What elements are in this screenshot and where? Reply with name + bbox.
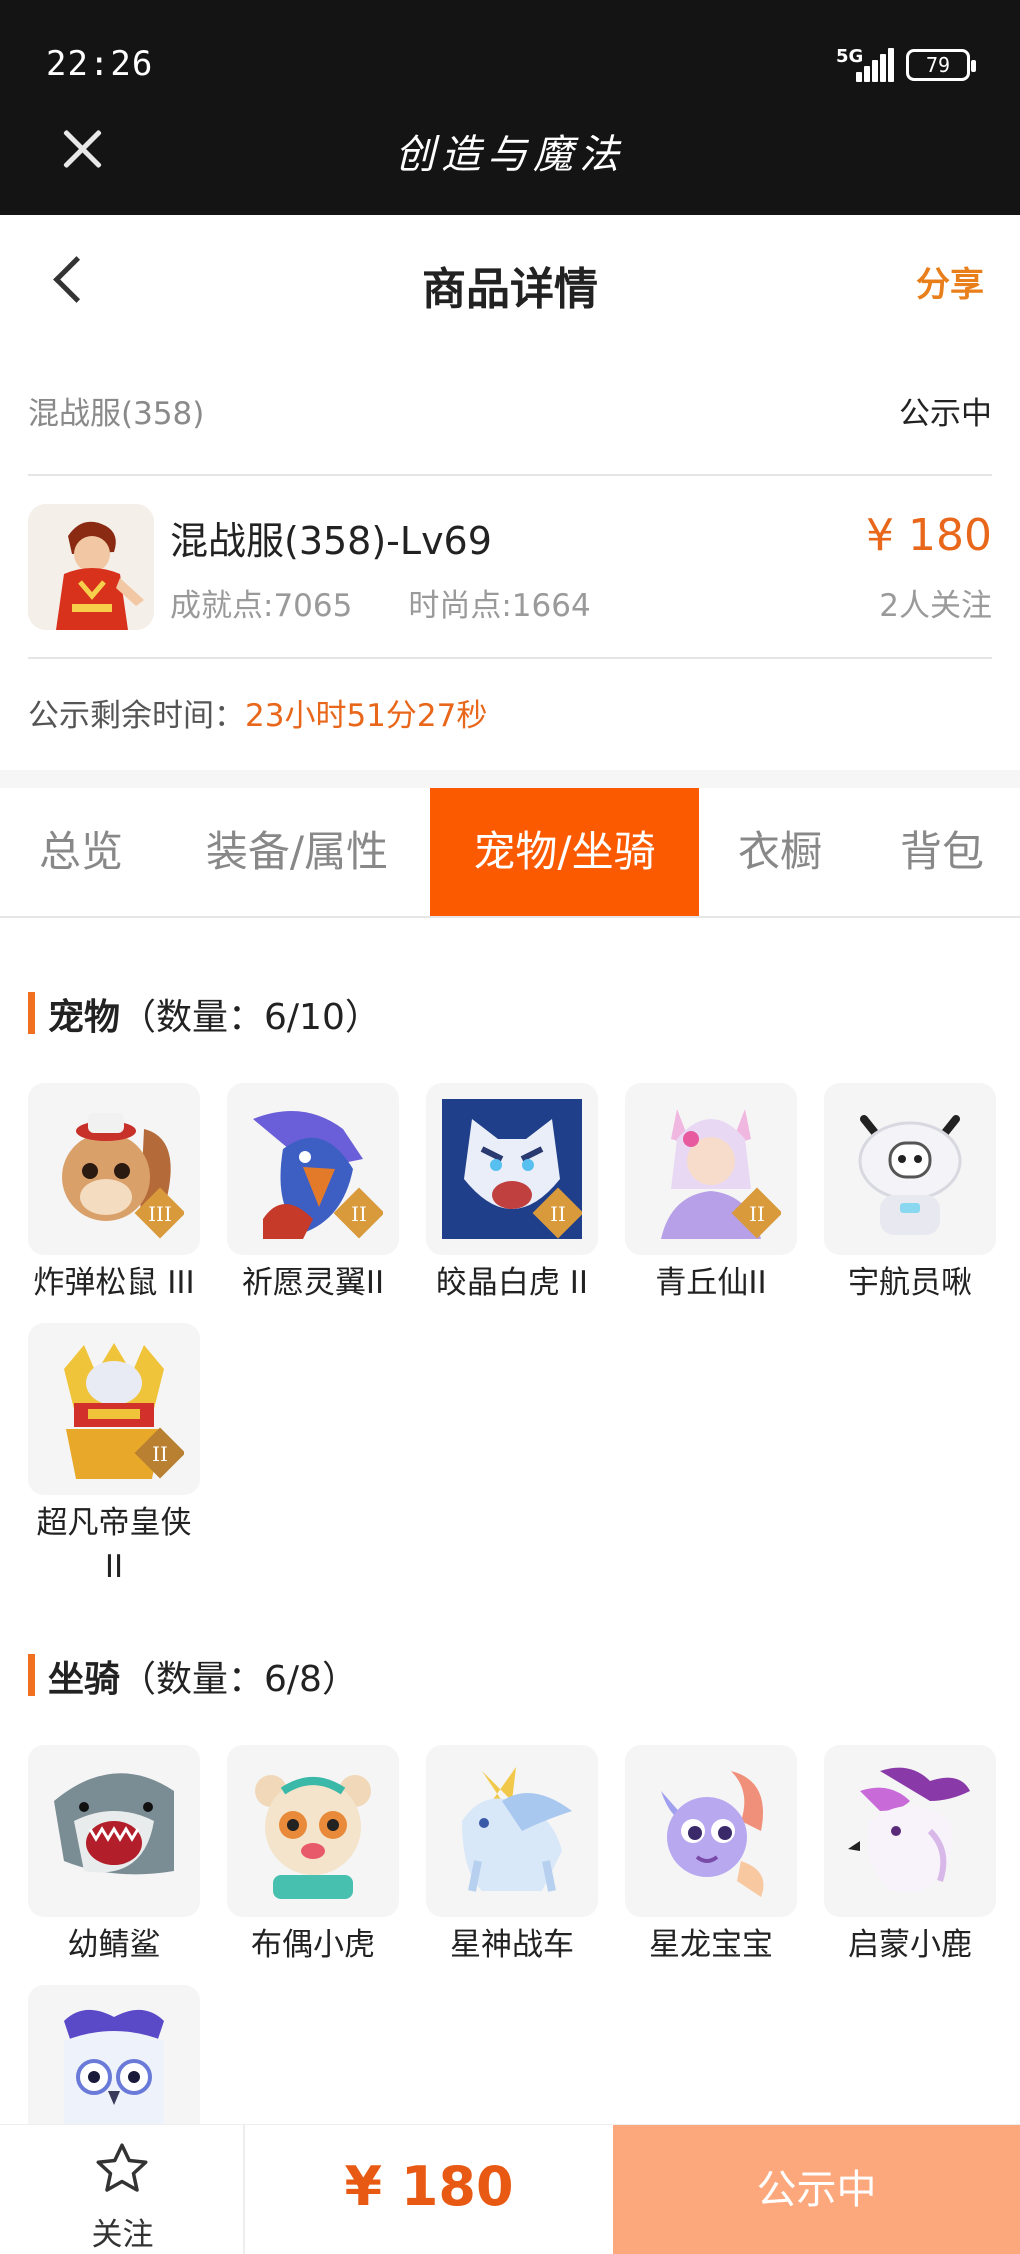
mount-label: 幼鲭鲨: [67, 1927, 161, 1963]
pet-item[interactable]: II 超凡帝皇侠II: [28, 1323, 200, 1589]
countdown-label: 公示剩余时间：: [28, 698, 245, 734]
squirrel-icon: III: [28, 1083, 200, 1255]
astronaut-icon: [824, 1083, 996, 1255]
countdown: 公示剩余时间：23小时51分27秒: [28, 690, 487, 735]
pet-item[interactable]: II 皎晶白虎 II: [426, 1083, 598, 1305]
mount-item[interactable]: 星龙宝宝: [625, 1745, 797, 1967]
section-gap: [0, 770, 1020, 788]
fox-fairy-icon: II: [625, 1083, 797, 1255]
status-time: 22:26: [46, 44, 154, 84]
listing-status: 公示中: [899, 396, 992, 432]
app-title: 创造与魔法: [395, 132, 625, 178]
battery-level: 79: [925, 53, 951, 77]
character-name: 混战服(358)-Lv69: [170, 519, 492, 563]
pet-label: 皎晶白虎 II: [435, 1265, 589, 1301]
shark-icon: [28, 1745, 200, 1917]
mount-item[interactable]: 幼鲭鲨: [28, 1745, 200, 1967]
tab-backpack[interactable]: 背包: [868, 788, 1016, 916]
character-summary[interactable]: 混战服(358)-Lv69 成就点:7065 时尚点:1664 ¥ 180 2人关…: [28, 500, 992, 635]
pet-label: 祈愿灵翼II: [241, 1265, 385, 1301]
achievement-points: 成就点:7065: [170, 588, 353, 624]
pet-item[interactable]: II 青丘仙II: [625, 1083, 797, 1305]
follow-button[interactable]: 关注: [0, 2125, 245, 2254]
pet-label: 青丘仙II: [655, 1265, 767, 1301]
svg-text:II: II: [152, 1442, 168, 1466]
cub-icon: [227, 1745, 399, 1917]
mount-item[interactable]: 启蒙小鹿: [824, 1745, 996, 1967]
pet-label: 宇航员啾: [848, 1265, 972, 1301]
svg-text:II: II: [749, 1202, 765, 1226]
pet-label: 超凡帝皇侠II: [36, 1505, 192, 1585]
dragon-icon: [625, 1745, 797, 1917]
mount-label: 布偶小虎: [251, 1927, 375, 1963]
follow-label: 关注: [91, 2217, 154, 2253]
page-title: 商品详情: [422, 264, 598, 315]
mounts-section-title: 坐骑（数量：6/8）: [28, 1650, 358, 1702]
mount-label: 星龙宝宝: [649, 1927, 773, 1963]
deer-icon: [824, 1745, 996, 1917]
horse-icon: [426, 1745, 598, 1917]
page-header: 商品详情 分享: [0, 215, 1020, 345]
character-avatar: [28, 504, 154, 630]
fashion-points: 时尚点:1664: [408, 588, 591, 624]
status-cta-button[interactable]: 公示中: [613, 2125, 1020, 2254]
pet-item[interactable]: II 祈愿灵翼II: [227, 1083, 399, 1305]
divider: [28, 474, 992, 476]
svg-text:II: II: [550, 1202, 566, 1226]
pets-section-title: 宠物（数量：6/10）: [28, 988, 381, 1040]
tab-wardrobe[interactable]: 衣橱: [706, 788, 854, 916]
listing-price: ¥ 180: [866, 510, 992, 561]
mount-label: 星神战车: [450, 1927, 574, 1963]
bottom-action-bar: 关注 ¥ 180 公示中: [0, 2124, 1020, 2254]
star-icon: [96, 2143, 148, 2192]
svg-text:III: III: [148, 1202, 172, 1226]
tiger-icon: II: [426, 1083, 598, 1255]
battery-icon: 79: [906, 49, 976, 81]
divider: [28, 657, 992, 659]
tab-bar: 总览 装备/属性 宠物/坐骑 衣橱 背包: [0, 788, 1020, 918]
armored-hero-icon: II: [28, 1323, 200, 1495]
tab-pets-mounts[interactable]: 宠物/坐骑: [430, 788, 699, 916]
pets-count: （数量：6/10）: [120, 997, 381, 1038]
countdown-value: 23小时51分27秒: [245, 698, 488, 734]
mounts-title: 坐骑: [48, 1659, 121, 1700]
status-bar: 22:26 5G 79: [0, 0, 1020, 110]
tab-equipment[interactable]: 装备/属性: [172, 788, 422, 916]
eagle-icon: II: [227, 1083, 399, 1255]
share-button[interactable]: 分享: [916, 257, 984, 306]
pets-title: 宠物: [48, 997, 121, 1038]
pet-label: 炸弹松鼠 III: [33, 1265, 195, 1301]
mounts-count: （数量：6/8）: [120, 1659, 358, 1700]
follower-count: 2人关注: [879, 588, 992, 624]
mount-item[interactable]: 星神战车: [426, 1745, 598, 1967]
svg-text:II: II: [351, 1202, 367, 1226]
signal-icon: [856, 46, 896, 82]
bottom-price: ¥ 180: [344, 2155, 514, 2218]
server-name: 混战服(358): [28, 396, 205, 432]
mount-item[interactable]: 布偶小虎: [227, 1745, 399, 1967]
pet-item[interactable]: III 炸弹松鼠 III: [28, 1083, 200, 1305]
pet-item[interactable]: 宇航员啾: [824, 1083, 996, 1305]
app-bar: 创造与魔法: [0, 110, 1020, 215]
character-stats: 成就点:7065 时尚点:1664: [170, 580, 591, 625]
tab-overview[interactable]: 总览: [0, 788, 162, 916]
server-row: 混战服(358) 公示中: [28, 380, 992, 440]
mount-label: 启蒙小鹿: [848, 1927, 972, 1963]
